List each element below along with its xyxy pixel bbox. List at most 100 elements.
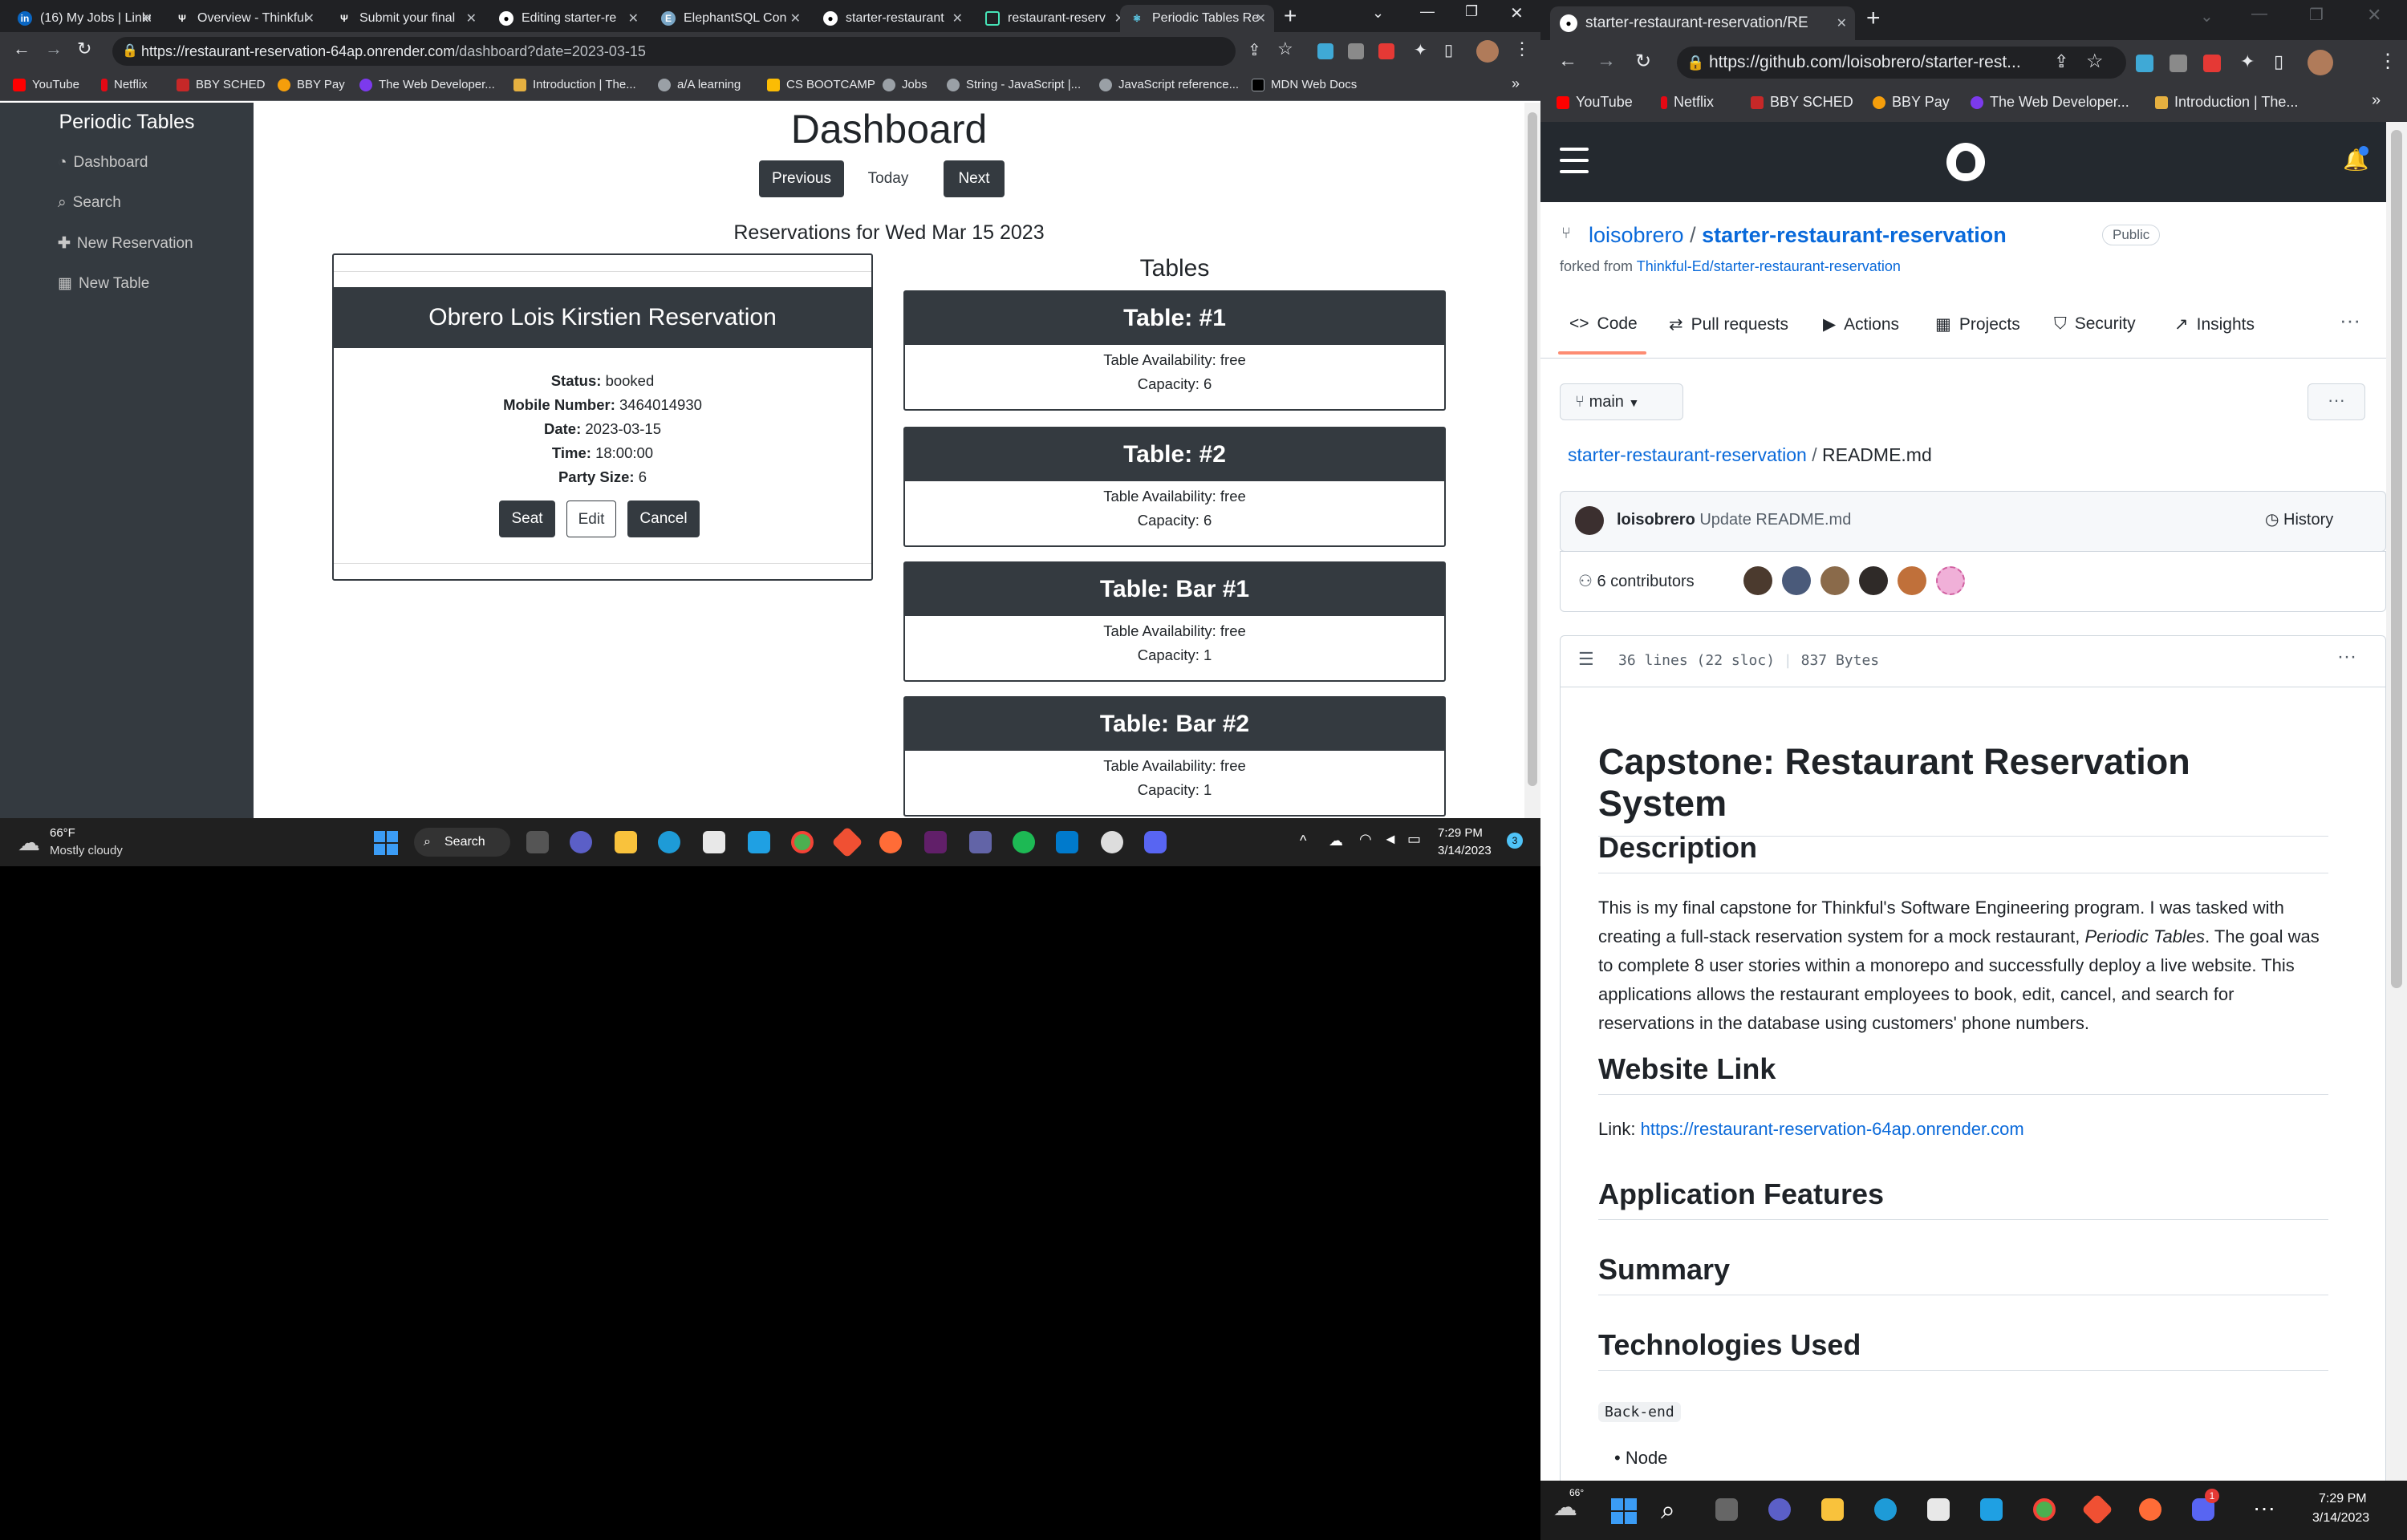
task-view-icon[interactable]: [1715, 1498, 1738, 1521]
close-icon[interactable]: ✕: [790, 10, 801, 26]
branch-selector[interactable]: ⑂ main ▼: [1560, 383, 1683, 420]
notification-badge[interactable]: 3: [1507, 833, 1523, 849]
avatar[interactable]: [1820, 566, 1849, 595]
clock-time[interactable]: 7:29 PM: [1438, 826, 1483, 840]
task-view-icon[interactable]: [526, 831, 549, 853]
hamburger-menu-icon[interactable]: [1560, 148, 1589, 173]
nav-dashboard[interactable]: ◔ Dashboard: [58, 154, 148, 172]
close-icon[interactable]: ✕: [142, 10, 152, 26]
brand-title[interactable]: Periodic Tables: [0, 111, 254, 134]
github-logo-icon[interactable]: [1946, 143, 1985, 181]
bookmark-bby-sched[interactable]: BBY SCHED: [1751, 94, 1853, 111]
close-icon[interactable]: ✕: [952, 10, 963, 26]
postman-icon[interactable]: [879, 831, 902, 853]
bookmark-bby-sched[interactable]: BBY SCHED: [177, 78, 265, 91]
avatar[interactable]: [1936, 566, 1965, 595]
page-scrollbar[interactable]: [2386, 122, 2407, 1481]
profile-avatar[interactable]: [2308, 50, 2333, 75]
share-icon[interactable]: ⇪: [2054, 51, 2068, 72]
repo-name-link[interactable]: starter-restaurant-reservation: [1702, 223, 2007, 247]
restore-button[interactable]: ❐: [2309, 5, 2324, 25]
edge-icon[interactable]: [658, 831, 680, 853]
seat-button[interactable]: Seat: [499, 500, 555, 537]
bookmark-youtube[interactable]: YouTube: [13, 78, 79, 91]
forward-icon[interactable]: →: [45, 38, 63, 59]
clock-date[interactable]: 3/14/2023: [2312, 1511, 2369, 1526]
file-more-icon[interactable]: ···: [2337, 646, 2356, 668]
minimize-button[interactable]: —: [1420, 3, 1435, 20]
bookmark-web-developer[interactable]: The Web Developer...: [359, 78, 495, 91]
scrollbar-thumb[interactable]: [1528, 112, 1537, 786]
tab-search-icon[interactable]: ⌄: [2200, 6, 2214, 26]
back-icon[interactable]: ←: [13, 38, 30, 59]
teams-chat-icon[interactable]: [1768, 1498, 1791, 1521]
avatar[interactable]: [1859, 566, 1888, 595]
bookmarks-overflow-icon[interactable]: »: [2372, 91, 2381, 110]
bookmark-web-developer[interactable]: The Web Developer...: [1971, 94, 2129, 111]
bookmark-string-js[interactable]: String - JavaScript |...: [947, 78, 1081, 91]
menu-icon[interactable]: ⋮: [1513, 38, 1531, 59]
back-icon[interactable]: ←: [1558, 50, 1577, 72]
bookmark-star-icon[interactable]: ☆: [1277, 38, 1293, 59]
search-icon[interactable]: ⌕: [1661, 1495, 1675, 1526]
bookmark-youtube[interactable]: YouTube: [1557, 94, 1633, 111]
tray-chevron-icon[interactable]: ^: [1300, 833, 1306, 849]
window-close-button[interactable]: ✕: [2367, 5, 2381, 26]
volume-icon[interactable]: ◄: [1383, 831, 1398, 848]
bookmark-bby-pay[interactable]: BBY Pay: [1873, 94, 1950, 111]
repo-tab-pull-requests[interactable]: ⇄ Pull requests: [1669, 314, 1788, 334]
bookmark-jobs[interactable]: Jobs: [883, 78, 927, 91]
new-tab-button[interactable]: +: [1866, 5, 1881, 32]
browser-tab-thinkful-overview[interactable]: Ψ Overview - Thinkful ✕: [165, 5, 323, 32]
github-desktop-icon[interactable]: [1101, 831, 1123, 853]
breadcrumb-repo-link[interactable]: starter-restaurant-reservation: [1568, 444, 1807, 465]
nav-new-reservation[interactable]: ✚ New Reservation: [58, 234, 193, 253]
branch-more-button[interactable]: ···: [2308, 383, 2365, 420]
repo-tab-security[interactable]: ⛉ Security: [2054, 314, 2136, 334]
browser-tab-render[interactable]: restaurant-reserv✕: [976, 5, 1133, 32]
menu-icon[interactable]: ⋮: [2378, 50, 2397, 73]
website-link[interactable]: https://restaurant-reservation-64ap.onre…: [1641, 1119, 2024, 1139]
window-close-button[interactable]: ✕: [1510, 3, 1524, 23]
close-icon[interactable]: ✕: [628, 10, 639, 26]
repo-tab-code[interactable]: <> Code: [1569, 314, 1638, 334]
bookmarks-overflow-icon[interactable]: »: [1512, 75, 1520, 92]
overflow-icon[interactable]: ···: [2253, 1495, 2275, 1521]
today-button[interactable]: Today: [854, 160, 923, 197]
extension-icon[interactable]: [2170, 55, 2187, 72]
address-bar[interactable]: 🔒 https://restaurant-reservation-64ap.onr…: [112, 37, 1236, 66]
close-icon[interactable]: ✕: [1256, 10, 1266, 26]
bookmark-js-reference[interactable]: JavaScript reference...: [1099, 78, 1239, 91]
forked-from-link[interactable]: Thinkful-Ed/starter-restaurant-reservati…: [1637, 258, 1901, 274]
extensions-puzzle-icon[interactable]: ✦: [2240, 51, 2255, 72]
avatar[interactable]: [1782, 566, 1811, 595]
bookmark-introduction[interactable]: Introduction | The...: [2155, 94, 2298, 111]
chrome-icon[interactable]: [2033, 1498, 2056, 1521]
windows-start-icon[interactable]: [1611, 1498, 1637, 1524]
reload-icon[interactable]: ↻: [1635, 50, 1651, 73]
git-icon[interactable]: [831, 826, 863, 858]
extension-icon[interactable]: [1317, 43, 1333, 59]
nav-new-table[interactable]: ▦ New Table: [58, 274, 149, 293]
new-tab-button[interactable]: +: [1284, 3, 1297, 29]
avatar[interactable]: [1743, 566, 1772, 595]
profile-avatar[interactable]: [1476, 40, 1499, 63]
store-icon[interactable]: [1927, 1498, 1950, 1521]
extensions-puzzle-icon[interactable]: ✦: [1414, 40, 1427, 60]
app-l-icon[interactable]: [1980, 1498, 2003, 1521]
commit-message[interactable]: Update README.md: [1699, 511, 1851, 529]
side-panel-icon[interactable]: ▯: [2274, 51, 2283, 72]
file-explorer-icon[interactable]: [1821, 1498, 1844, 1521]
browser-tab-elephantsql[interactable]: E ElephantSQL Con ✕: [651, 5, 809, 32]
repo-owner-link[interactable]: loisobrero: [1589, 223, 1684, 247]
wifi-icon[interactable]: ◠: [1359, 831, 1372, 848]
extension-icon[interactable]: [1378, 43, 1394, 59]
next-button[interactable]: Next: [944, 160, 1005, 197]
git-icon[interactable]: [2081, 1493, 2113, 1526]
battery-icon[interactable]: ▭: [1407, 831, 1421, 848]
bookmark-introduction[interactable]: Introduction | The...: [513, 78, 636, 91]
avatar[interactable]: [1898, 566, 1926, 595]
repo-tab-actions[interactable]: ▶ Actions: [1823, 314, 1899, 334]
extension-icon[interactable]: [2136, 55, 2153, 72]
contributors-link[interactable]: ⚇ 6 contributors: [1578, 571, 1695, 591]
